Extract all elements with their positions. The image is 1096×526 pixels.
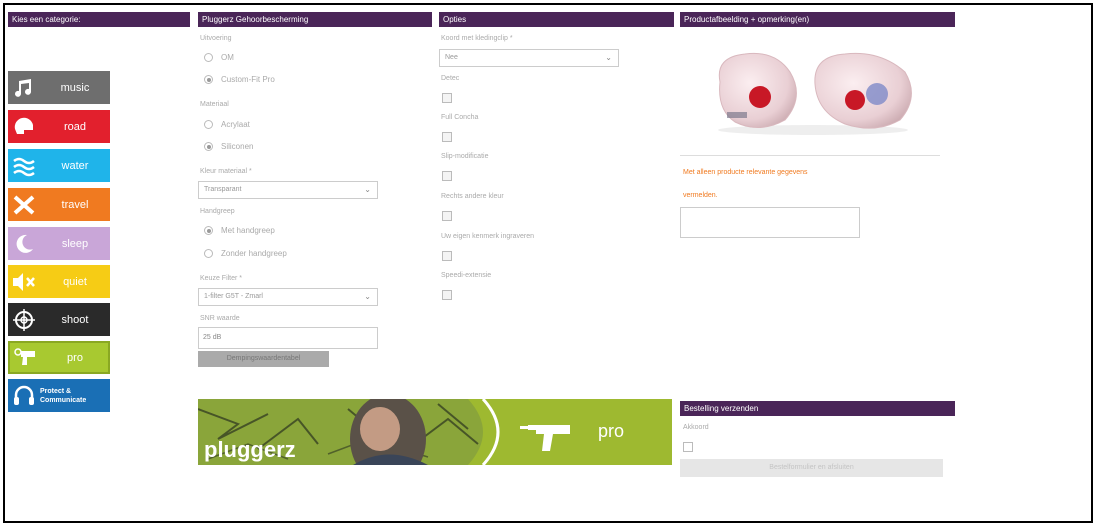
kleur-materiaal-select[interactable]: Transparant ⌄ [198, 181, 378, 199]
option-label: Uw eigen kenmerk ingraveren [441, 233, 534, 240]
chevron-down-icon: ⌄ [364, 185, 371, 194]
option-label: Detec [441, 75, 460, 82]
uitvoering-option-om[interactable]: OM [204, 53, 234, 62]
radio-label: OM [221, 53, 234, 62]
radio-button[interactable] [204, 226, 213, 235]
image-header: Productafbeelding + opmerking(en) [680, 12, 955, 27]
category-music-button[interactable]: music [8, 71, 110, 104]
mute-speaker-icon [8, 265, 40, 298]
category-water-button[interactable]: water [8, 149, 110, 182]
akkoord-checkbox[interactable] [683, 442, 693, 452]
radio-label: Siliconen [221, 142, 254, 151]
remark-textarea[interactable] [680, 207, 860, 238]
chevron-down-icon: ⌄ [605, 53, 612, 62]
speedi-extensie-checkbox[interactable] [442, 290, 452, 300]
note-text-line2: vermelden. [683, 192, 718, 199]
airplane-icon [8, 188, 40, 221]
product-header: Pluggerz Gehoorbescherming [198, 12, 432, 27]
headset-icon [8, 379, 40, 412]
radio-label: Acrylaat [221, 120, 250, 129]
crosshair-icon [8, 303, 40, 336]
option-label: Speedi-extensie [441, 272, 492, 279]
category-protect-communicate-button[interactable]: Protect & Communicate [8, 379, 110, 412]
materiaal-option-siliconen[interactable]: Siliconen [204, 142, 253, 151]
select-value: 1-filter G5T - Zmarl [204, 293, 263, 300]
category-label-line1: Protect & [40, 387, 72, 395]
category-label: quiet [63, 275, 87, 288]
uitvoering-option-custom-fit-pro[interactable]: Custom-Fit Pro [204, 75, 275, 84]
category-header: Kies een categorie: [8, 12, 190, 27]
category-label: music [60, 81, 90, 94]
category-road-button[interactable]: road [8, 110, 110, 143]
snr-value-field[interactable]: 25 dB [198, 327, 378, 349]
banner-product-text: pro [598, 421, 625, 441]
detec-checkbox[interactable] [442, 93, 452, 103]
order-header: Bestelling verzenden [680, 401, 955, 416]
dempingswaardentabel-button[interactable]: Dempingswaardentabel [198, 351, 329, 367]
slip-modificatie-checkbox[interactable] [442, 171, 452, 181]
category-label: pro [67, 351, 83, 364]
akkoord-label: Akkoord [683, 424, 709, 431]
full-concha-checkbox[interactable] [442, 132, 452, 142]
radio-button[interactable] [204, 249, 213, 258]
submit-order-button[interactable]: Bestelformulier en afsluiten [680, 459, 943, 477]
category-sleep-button[interactable]: sleep [8, 227, 110, 260]
snr-label: SNR waarde [200, 315, 240, 322]
note-text-line1: Met alleen producte relevante gegevens [683, 169, 808, 176]
music-note-icon [8, 71, 40, 104]
radio-label: Zonder handgreep [221, 249, 287, 258]
category-travel-button[interactable]: travel [8, 188, 110, 221]
drill-icon [10, 341, 42, 374]
category-quiet-button[interactable]: quiet [8, 265, 110, 298]
radio-button[interactable] [204, 75, 213, 84]
option-label: Rechts andere kleur [441, 193, 504, 200]
category-shoot-button[interactable]: shoot [8, 303, 110, 336]
chevron-down-icon: ⌄ [364, 292, 371, 301]
handgreep-label: Handgreep [200, 208, 235, 215]
filter-label: Keuze Filter * [200, 275, 243, 282]
radio-button[interactable] [204, 53, 213, 62]
category-label: water [61, 159, 89, 172]
uitvoering-label: Uitvoering [200, 35, 232, 42]
category-label-line2: Communicate [40, 396, 87, 404]
category-label: travel [61, 198, 89, 211]
radio-label: Custom-Fit Pro [221, 75, 275, 84]
wave-icon [8, 149, 40, 182]
koord-label: Koord met kledingclip * [441, 35, 513, 42]
option-label: Slip-modificatie [441, 153, 489, 160]
earplug-product-image [705, 42, 920, 137]
category-label: Protect & Communicate [40, 387, 110, 405]
category-pro-button[interactable]: pro [8, 341, 110, 374]
moon-icon [8, 227, 40, 260]
kenmerk-ingraveren-checkbox[interactable] [442, 251, 452, 261]
pluggerz-pro-banner: pluggerz pro [198, 399, 672, 465]
radio-button[interactable] [204, 142, 213, 151]
category-label: sleep [61, 237, 89, 250]
select-value: Nee [445, 54, 458, 61]
select-value: Transparant [204, 186, 242, 193]
category-label: shoot [61, 313, 89, 326]
rechts-andere-kleur-checkbox[interactable] [442, 211, 452, 221]
divider [680, 155, 940, 156]
kleur-materiaal-label: Kleur materiaal * [200, 168, 252, 175]
handgreep-option-met[interactable]: Met handgreep [204, 226, 275, 235]
category-label: road [63, 120, 87, 133]
koord-select[interactable]: Nee ⌄ [439, 49, 619, 67]
radio-label: Met handgreep [221, 226, 275, 235]
handgreep-option-zonder[interactable]: Zonder handgreep [204, 249, 287, 258]
option-label: Full Concha [441, 114, 479, 121]
materiaal-label: Materiaal [200, 101, 229, 108]
filter-select[interactable]: 1-filter G5T - Zmarl ⌄ [198, 288, 378, 306]
radio-button[interactable] [204, 120, 213, 129]
helmet-icon [8, 110, 40, 143]
materiaal-option-acrylaat[interactable]: Acrylaat [204, 120, 250, 129]
banner-brand-text: pluggerz [204, 437, 296, 462]
options-header: Opties [439, 12, 674, 27]
